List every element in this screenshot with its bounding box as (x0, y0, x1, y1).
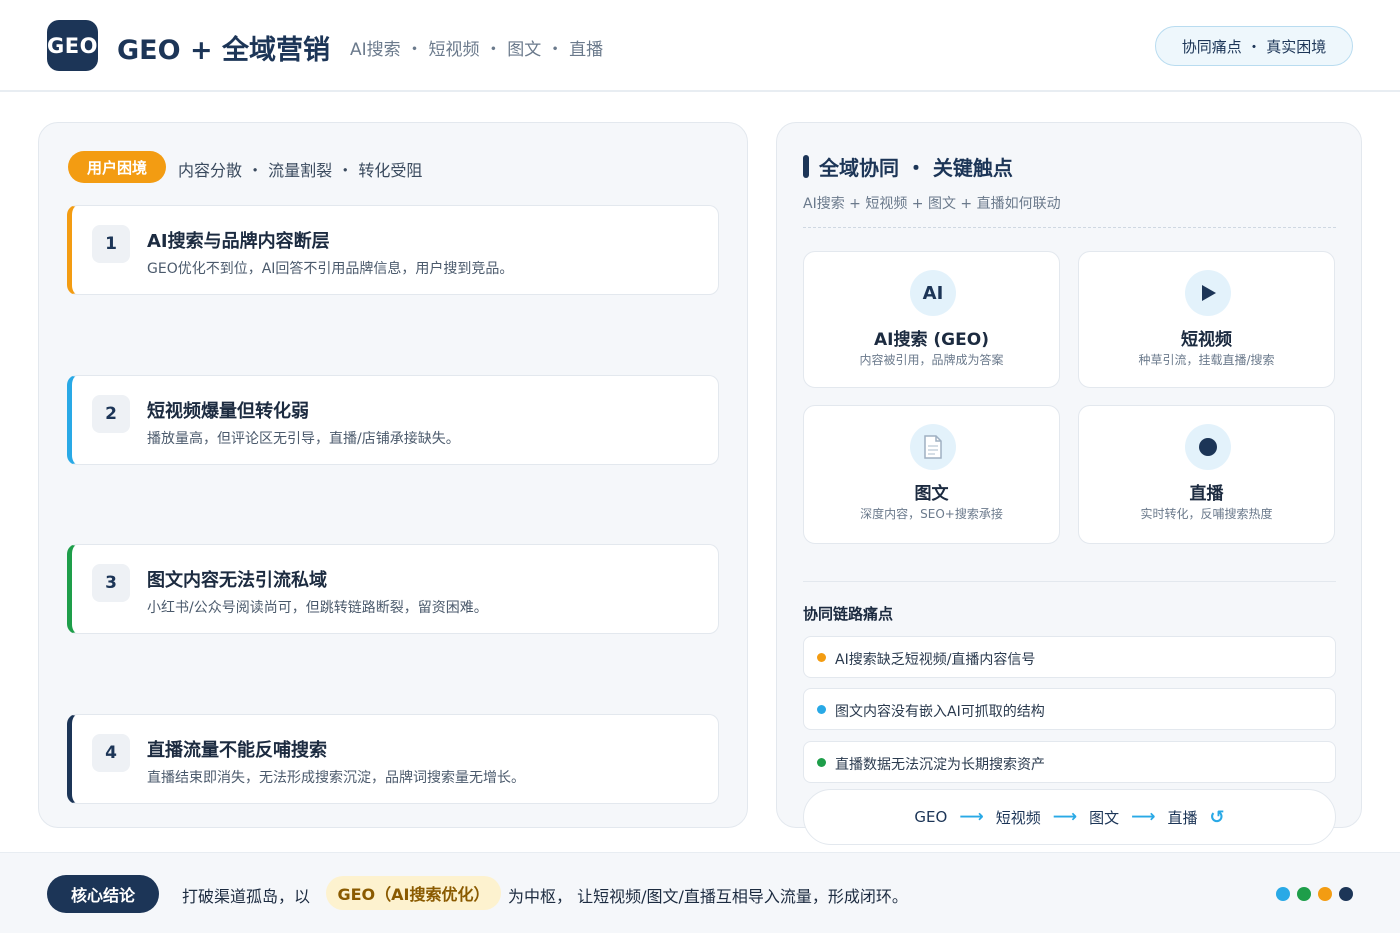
sync-pain-text: 直播数据无法沉淀为长期搜索资产 (835, 757, 1045, 773)
conclusion-badge: 核心结论 (47, 875, 159, 913)
pain-number: 4 (92, 734, 130, 772)
channel-name: 图文 (914, 484, 949, 504)
arrow-right-icon: ⟶ (959, 807, 984, 827)
sync-pain-item: 图文内容没有嵌入AI可抓取的结构 (803, 688, 1336, 730)
flow-step-short-video: 短视频 (995, 808, 1041, 827)
sync-pain-text: 图文内容没有嵌入AI可抓取的结构 (835, 704, 1045, 720)
pain-description: 小红书/公众号阅读尚可，但跳转链路断裂，留资困难。 (147, 600, 488, 616)
geo-logo: GEO (47, 20, 98, 71)
pain-card: 4 直播流量不能反哺搜索 直播结束即消失，无法形成搜索沉淀，品牌词搜索量无增长。 (67, 714, 719, 804)
pain-number: 3 (92, 564, 130, 602)
synergy-subtitle: AI搜索 + 短视频 + 图文 + 直播如何联动 (803, 196, 1061, 212)
sync-pain-text: AI搜索缺乏短视频/直播内容信号 (835, 652, 1036, 668)
cycle-icon: ↺ (1209, 806, 1225, 828)
flow-step-article: 图文 (1089, 808, 1120, 827)
channel-description: 种草引流，挂载直播/搜索 (1138, 353, 1275, 367)
pain-title: 图文内容无法引流私域 (147, 570, 327, 591)
pain-card: 1 AI搜索与品牌内容断层 GEO优化不到位，AI回答不引用品牌信息，用户搜到竞… (67, 205, 719, 295)
decorative-dot-icon (1276, 887, 1290, 901)
channel-card-ai-search: AI AI搜索 (GEO) 内容被引用，品牌成为答案 (803, 251, 1060, 388)
channel-description: 内容被引用，品牌成为答案 (859, 353, 1004, 367)
play-icon (1185, 270, 1231, 316)
footer: 核心结论 打破渠道孤岛，以 GEO（AI搜索优化） 为中枢， 让短视频/图文/直… (0, 852, 1400, 933)
pain-number: 2 (92, 395, 130, 433)
channel-card-article: 图文 深度内容，SEO+搜索承接 (803, 405, 1060, 544)
sync-chain-title: 协同链路痛点 (803, 605, 894, 623)
synergy-panel: 全域协同 ・ 关键触点 AI搜索 + 短视频 + 图文 + 直播如何联动 AI … (776, 122, 1362, 845)
pain-title: 短视频爆量但转化弱 (147, 401, 309, 422)
pain-subtitle: 内容分散 ・ 流量割裂 ・ 转化受阻 (178, 161, 423, 180)
arrow-right-icon: ⟶ (1052, 807, 1078, 827)
decorative-dot-icon (1339, 887, 1353, 901)
channel-name: 直播 (1189, 484, 1224, 504)
channel-card-short-video: 短视频 种草引流，挂载直播/搜索 (1078, 251, 1335, 388)
section-divider (803, 581, 1336, 582)
conclusion-highlight: GEO（AI搜索优化） (326, 876, 501, 910)
pain-description: 播放量高，但评论区无引导，直播/店铺承接缺失。 (147, 431, 460, 447)
channel-name: 短视频 (1181, 330, 1232, 350)
sync-pain-item: 直播数据无法沉淀为长期搜索资产 (803, 741, 1336, 783)
decorative-dot-icon (1318, 887, 1332, 901)
bullet-dot-icon (817, 653, 826, 662)
pain-title: 直播流量不能反哺搜索 (147, 740, 327, 761)
page-title: GEO + 全域营销 (117, 35, 330, 66)
decorative-dot-icon (1297, 887, 1311, 901)
arrow-right-icon: ⟶ (1131, 807, 1156, 827)
user-dilemma-tag: 用户困境 (68, 151, 166, 183)
channel-description: 实时转化，反哺搜索热度 (1140, 507, 1273, 521)
synergy-title: 全域协同 ・ 关键触点 (819, 156, 1013, 180)
pain-description: 直播结束即消失，无法形成搜索沉淀，品牌词搜索量无增长。 (147, 770, 525, 786)
bullet-dot-icon (817, 705, 826, 714)
dashed-divider (803, 227, 1336, 228)
conclusion-text-pre: 打破渠道孤岛，以 (182, 887, 311, 906)
pain-description: GEO优化不到位，AI回答不引用品牌信息，用户搜到竞品。 (147, 261, 514, 277)
header: GEO GEO + 全域营销 AI搜索 ・ 短视频 ・ 图文 ・ 直播 协同痛点… (0, 0, 1400, 92)
channel-card-live: 直播 实时转化，反哺搜索热度 (1078, 405, 1335, 544)
flow-step-geo: GEO (914, 808, 948, 826)
document-icon (910, 424, 956, 470)
channel-flow: GEO ⟶ 短视频 ⟶ 图文 ⟶ 直播 ↺ (803, 789, 1336, 845)
pain-title: AI搜索与品牌内容断层 (147, 231, 330, 252)
live-dot-icon (1185, 424, 1231, 470)
conclusion-text-post: 为中枢， 让短视频/图文/直播互相导入流量，形成闭环。 (508, 887, 908, 906)
channel-name: AI搜索 (GEO) (874, 330, 989, 350)
channel-description: 深度内容，SEO+搜索承接 (860, 507, 1003, 521)
title-accent-bar (803, 155, 809, 178)
header-pill: 协同痛点 ・ 真实困境 (1155, 26, 1353, 66)
channel-subtitle: AI搜索 ・ 短视频 ・ 图文 ・ 直播 (350, 40, 604, 60)
bullet-dot-icon (817, 758, 826, 767)
pain-card: 2 短视频爆量但转化弱 播放量高，但评论区无引导，直播/店铺承接缺失。 (67, 375, 719, 465)
sync-pain-item: AI搜索缺乏短视频/直播内容信号 (803, 636, 1336, 678)
flow-step-live: 直播 (1167, 808, 1198, 827)
pain-number: 1 (92, 225, 130, 263)
pain-points-panel: 用户困境 内容分散 ・ 流量割裂 ・ 转化受阻 1 AI搜索与品牌内容断层 GE… (38, 122, 748, 828)
ai-icon: AI (910, 270, 956, 316)
pain-card: 3 图文内容无法引流私域 小红书/公众号阅读尚可，但跳转链路断裂，留资困难。 (67, 544, 719, 634)
